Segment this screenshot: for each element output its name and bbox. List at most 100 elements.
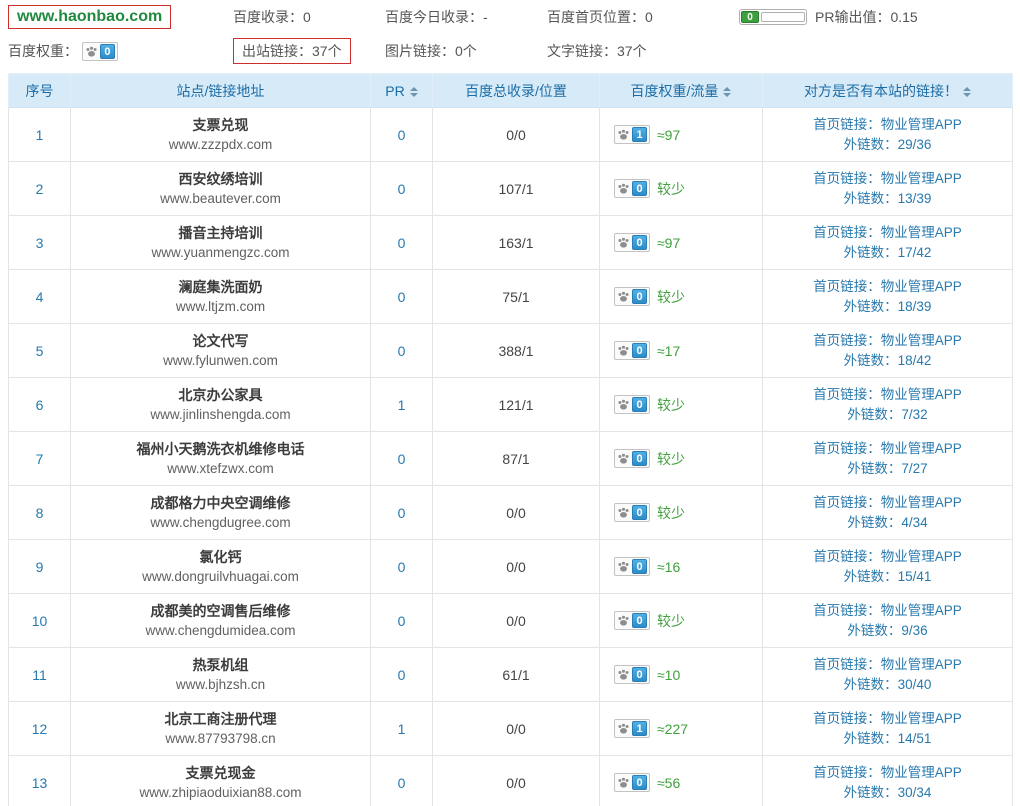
baidu-index-position: 61/1: [433, 648, 600, 702]
paw-icon: [617, 398, 630, 411]
home-link-text[interactable]: 首页链接：物业管理APP: [763, 223, 1012, 243]
row-index: 4: [9, 270, 71, 324]
outlink-count[interactable]: 外链数：18/39: [763, 297, 1012, 317]
outlink-count[interactable]: 外链数：15/41: [763, 567, 1012, 587]
table-row: 10 成都美的空调售后维修 www.chengdumidea.com 0 0/0…: [9, 594, 1013, 648]
site-cell: 支票兑现 www.zzzpdx.com: [71, 108, 371, 162]
baidu-weight-badge: 1: [614, 719, 650, 738]
summary-panel: www.haonbao.com 百度收录：0 百度今日收录：- 百度首页位置：0…: [0, 0, 1020, 64]
site-title: 氯化钙: [71, 548, 370, 567]
baidu-weight-badge: 0: [614, 557, 650, 576]
site-cell: 福州小天鹅洗衣机维修电话 www.xtefzwx.com: [71, 432, 371, 486]
pr-value: 0: [371, 162, 433, 216]
pr-value: 0: [371, 594, 433, 648]
baidu-index-position: 87/1: [433, 432, 600, 486]
outlink-count[interactable]: 外链数：7/32: [763, 405, 1012, 425]
home-link-text[interactable]: 首页链接：物业管理APP: [763, 763, 1012, 783]
site-url[interactable]: www.jinlinshengda.com: [71, 405, 370, 424]
paw-icon: [617, 614, 630, 627]
row-index: 12: [9, 702, 71, 756]
site-url[interactable]: www.87793798.cn: [71, 729, 370, 748]
backlink-cell: 首页链接：物业管理APP 外链数：15/41: [763, 540, 1013, 594]
paw-icon: [617, 776, 630, 789]
site-url[interactable]: www.zhipiaoduixian88.com: [71, 783, 370, 802]
sort-icon[interactable]: [723, 87, 731, 97]
backlink-cell: 首页链接：物业管理APP 外链数：17/42: [763, 216, 1013, 270]
site-url[interactable]: www.chengdumidea.com: [71, 621, 370, 640]
row-index: 6: [9, 378, 71, 432]
baidu-index-position: 121/1: [433, 378, 600, 432]
pr-value: 0: [371, 324, 433, 378]
backlink-cell: 首页链接：物业管理APP 外链数：30/34: [763, 756, 1013, 806]
baidu-index-position: 388/1: [433, 324, 600, 378]
outlink-count[interactable]: 外链数：29/36: [763, 135, 1012, 155]
site-cell: 氯化钙 www.dongruilvhuagai.com: [71, 540, 371, 594]
weight-traffic-cell: 0 ≈56: [600, 756, 763, 806]
outlink-count[interactable]: 外链数：30/40: [763, 675, 1012, 695]
site-cell: 西安纹绣培训 www.beautever.com: [71, 162, 371, 216]
traffic-estimate: ≈56: [657, 775, 680, 791]
col-header-pr[interactable]: PR: [371, 74, 433, 108]
backlink-cell: 首页链接：物业管理APP 外链数：18/39: [763, 270, 1013, 324]
site-url[interactable]: www.zzzpdx.com: [71, 135, 370, 154]
outlink-count[interactable]: 外链数：17/42: [763, 243, 1012, 263]
row-index: 1: [9, 108, 71, 162]
site-url[interactable]: www.beautever.com: [71, 189, 370, 208]
table-row: 9 氯化钙 www.dongruilvhuagai.com 0 0/0 0 ≈1…: [9, 540, 1013, 594]
home-link-text[interactable]: 首页链接：物业管理APP: [763, 547, 1012, 567]
site-url[interactable]: www.yuanmengzc.com: [71, 243, 370, 262]
home-link-text[interactable]: 首页链接：物业管理APP: [763, 493, 1012, 513]
outlink-count[interactable]: 外链数：4/34: [763, 513, 1012, 533]
site-url[interactable]: www.ltjzm.com: [71, 297, 370, 316]
outlink-count[interactable]: 外链数：13/39: [763, 189, 1012, 209]
home-link-text[interactable]: 首页链接：物业管理APP: [763, 115, 1012, 135]
site-cell: 论文代写 www.fylunwen.com: [71, 324, 371, 378]
site-url[interactable]: www.chengdugree.com: [71, 513, 370, 532]
home-link-text[interactable]: 首页链接：物业管理APP: [763, 331, 1012, 351]
weight-traffic-cell: 0 较少: [600, 432, 763, 486]
outlink-count[interactable]: 外链数：9/36: [763, 621, 1012, 641]
sort-icon[interactable]: [410, 87, 418, 97]
site-url[interactable]: www.fylunwen.com: [71, 351, 370, 370]
weight-traffic-cell: 0 较少: [600, 162, 763, 216]
baidu-index-position: 0/0: [433, 756, 600, 806]
pr-value: 0: [371, 540, 433, 594]
weight-traffic-cell: 0 较少: [600, 270, 763, 324]
weight-traffic-cell: 0 ≈10: [600, 648, 763, 702]
backlink-cell: 首页链接：物业管理APP 外链数：4/34: [763, 486, 1013, 540]
outlink-count[interactable]: 外链数：30/34: [763, 783, 1012, 803]
queried-domain-box[interactable]: www.haonbao.com: [8, 5, 171, 29]
home-link-text[interactable]: 首页链接：物业管理APP: [763, 277, 1012, 297]
paw-icon: [617, 668, 630, 681]
site-title: 热泵机组: [71, 656, 370, 675]
paw-icon: [617, 560, 630, 573]
home-link-text[interactable]: 首页链接：物业管理APP: [763, 709, 1012, 729]
traffic-estimate: 较少: [657, 449, 685, 469]
baidu-weight-badge: 0: [614, 503, 650, 522]
table-row: 8 成都格力中央空调维修 www.chengdugree.com 0 0/0 0…: [9, 486, 1013, 540]
home-link-text[interactable]: 首页链接：物业管理APP: [763, 439, 1012, 459]
col-header-weight[interactable]: 百度权重/流量: [600, 74, 763, 108]
col-header-backlink[interactable]: 对方是否有本站的链接！: [763, 74, 1013, 108]
outlink-count[interactable]: 外链数：18/42: [763, 351, 1012, 371]
pr-value: 1: [371, 378, 433, 432]
site-title: 支票兑现: [71, 116, 370, 135]
site-url[interactable]: www.dongruilvhuagai.com: [71, 567, 370, 586]
home-link-text[interactable]: 首页链接：物业管理APP: [763, 385, 1012, 405]
outlink-count[interactable]: 外链数：7/27: [763, 459, 1012, 479]
sort-icon[interactable]: [963, 87, 971, 97]
home-link-text[interactable]: 首页链接：物业管理APP: [763, 655, 1012, 675]
baidu-weight-badge: 0: [614, 611, 650, 630]
home-link-text[interactable]: 首页链接：物业管理APP: [763, 601, 1012, 621]
site-url[interactable]: www.xtefzwx.com: [71, 459, 370, 478]
site-url[interactable]: www.bjhzsh.cn: [71, 675, 370, 694]
baidu-included-stat: 百度收录：0: [233, 7, 385, 27]
paw-icon: [617, 506, 630, 519]
table-row: 4 澜庭集洗面奶 www.ltjzm.com 0 75/1 0 较少 首页链接：…: [9, 270, 1013, 324]
baidu-weight-stat: 百度权重： 0: [8, 41, 233, 62]
home-link-text[interactable]: 首页链接：物业管理APP: [763, 169, 1012, 189]
baidu-weight-badge: 0: [614, 179, 650, 198]
outlink-count[interactable]: 外链数：14/51: [763, 729, 1012, 749]
paw-icon: [617, 452, 630, 465]
site-title: 北京工商注册代理: [71, 710, 370, 729]
